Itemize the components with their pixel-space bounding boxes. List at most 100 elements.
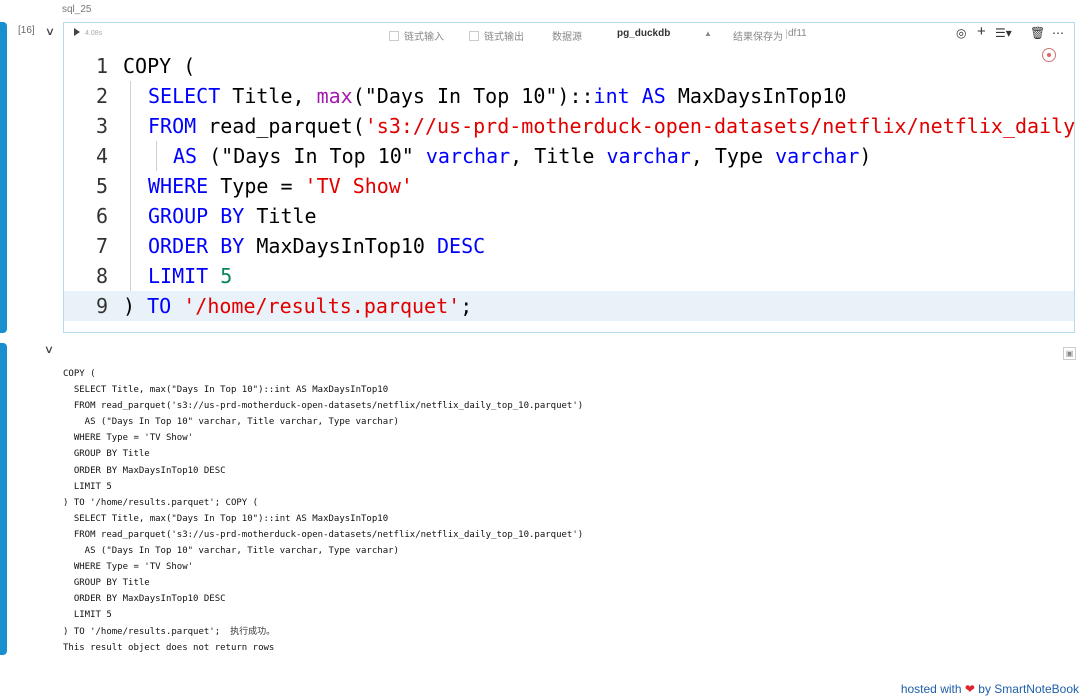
output-line: ORDER BY MaxDaysInTop10 DESC [63,591,583,607]
code-token: varchar [425,144,511,168]
chain-input-checkbox[interactable] [389,31,399,41]
indent-guide [130,231,131,261]
code-token: read_parquet( [196,114,365,138]
line-number: 3 [95,114,108,138]
line-number: 4 [95,144,108,168]
output-line: WHERE Type = 'TV Show' [63,430,583,446]
code-line[interactable]: 3 FROM read_parquet('s3://us-prd-motherdu… [64,111,1074,141]
indent-guide [156,141,157,171]
save-result-label: 结果保存为 [733,32,783,43]
output-line-text: AS ("Days In Top 10" varchar, Title varc… [63,417,399,428]
cell-toolbar: 4.08s 链式输入 链式输出 数据源 pg_duckdb ▲ 结果保存为 df… [64,23,1074,45]
output-line: GROUP BY Title [63,575,583,591]
indent-guide [130,81,131,111]
footer-suffix: by SmartNoteBook [978,682,1079,696]
code-area[interactable]: 1 COPY ( 2 SELECT Title, max("Days In Top 1… [64,51,1074,321]
line-number: 9 [95,294,108,318]
output-line-text: COPY ( [63,369,96,379]
code-line[interactable]: 1 COPY ( [64,51,1074,81]
code-token: ("Days In Top 10"):: [352,84,594,108]
code-text: ) TO '/home/results.parquet'; [123,291,472,321]
output-line-text: WHERE Type = 'TV Show' [63,433,194,444]
output-line-text: FROM read_parquet('s3://us-prd-motherduc… [63,529,584,540]
output-line-text: GROUP BY Title [63,449,150,460]
line-number: 8 [95,264,108,288]
output-line: AS ("Days In Top 10" varchar, Title varc… [63,414,583,430]
output-active-bar [0,343,7,655]
exec-count: [16] [18,25,35,36]
code-token: GROUP BY [148,204,245,228]
output-line-text: FROM read_parquet('s3://us-prd-motherduc… [63,401,584,412]
code-token: Title, [220,84,317,108]
output-line-text: GROUP BY Title [63,578,150,589]
footer-prefix: hosted with [900,682,962,696]
output-collapse-icon[interactable]: ∨ [44,345,54,356]
output-line: LIMIT 5 [63,607,583,623]
code-line[interactable]: 8 LIMIT 5 [64,261,1074,291]
eye-icon[interactable]: ◎ [956,26,966,40]
output-area: COPY ( SELECT Title, max("Days In Top 10… [63,366,583,656]
trash-icon[interactable]: 🗑 [1030,26,1045,40]
chain-output-checkbox[interactable] [469,31,479,41]
datasource-select[interactable]: pg_duckdb [617,28,670,39]
output-copy-icon[interactable]: ▣ [1063,347,1076,360]
output-line-text: WHERE Type = 'TV Show' [63,562,194,573]
output-line: ORDER BY MaxDaysInTop10 DESC [63,463,583,479]
code-token: 'TV Show' [304,174,413,198]
chain-input-label: 链式输入 [404,32,444,43]
code-text: GROUP BY Title [148,201,317,231]
indent-guide [130,201,131,231]
result-message: This result object does not return rows [63,642,275,653]
output-line-text: ) TO '/home/results.parquet'; [63,626,221,637]
indent-guide [130,171,131,201]
code-token: COPY ( [123,54,196,78]
line-number: 2 [95,84,108,108]
code-token: ) [123,294,148,318]
code-line[interactable]: 9 ) TO '/home/results.parquet'; [64,291,1074,321]
code-line[interactable]: 5 WHERE Type = 'TV Show' [64,171,1074,201]
datasource-caret-icon[interactable]: ▲ [704,29,712,38]
cell-collapse-icon[interactable]: ∨ [45,27,55,38]
save-result-input[interactable]: df11 [788,28,807,39]
output-line: WHERE Type = 'TV Show' [63,559,583,575]
output-line: ) TO '/home/results.parquet'; 执行成功。 [63,624,583,640]
database-icon[interactable]: ☰▾ [995,26,1012,40]
code-token: ORDER BY [148,234,245,258]
code-token: LIMIT [148,264,209,288]
cell-active-bar [0,22,7,333]
output-line-text: ORDER BY MaxDaysInTop10 DESC [63,465,226,476]
output-line-text: LIMIT 5 [63,610,112,621]
code-line[interactable]: 6 GROUP BY Title [64,201,1074,231]
chain-input-toggle[interactable]: 链式输入 [389,28,444,43]
code-token: DESC [436,234,486,258]
chain-output-toggle[interactable]: 链式输出 [469,28,524,43]
code-token: Type = [208,174,305,198]
footer-credit[interactable]: hosted with ❤ by SmartNoteBook [901,682,1079,696]
code-token: ("Days In Top 10" [197,144,426,168]
code-line[interactable]: 4 AS ("Days In Top 10" varchar, Title var… [64,141,1074,171]
code-editor[interactable]: 4.08s 链式输入 链式输出 数据源 pg_duckdb ▲ 结果保存为 df… [63,22,1075,333]
code-token: 5 [220,264,233,288]
code-token: int [593,84,630,108]
heart-icon: ❤ [964,682,975,696]
code-token: varchar [775,144,860,168]
code-token: AS [641,84,666,108]
output-line: LIMIT 5 [63,479,583,495]
code-line[interactable]: 2 SELECT Title, max("Days In Top 10")::in… [64,81,1074,111]
success-message: 执行成功。 [230,626,276,637]
chain-output-label: 链式输出 [484,32,524,43]
line-number: 6 [95,204,108,228]
line-number: 7 [95,234,108,258]
code-line[interactable]: 7 ORDER BY MaxDaysInTop10 DESC [64,231,1074,261]
code-text: ORDER BY MaxDaysInTop10 DESC [148,231,485,261]
cell-name: sql_25 [62,4,92,15]
code-token: WHERE [148,174,209,198]
run-icon[interactable] [74,28,80,36]
toolbar-divider [786,29,787,39]
code-text: SELECT Title, max("Days In Top 10")::int… [148,81,846,111]
more-icon[interactable]: ⋯ [1052,26,1064,40]
plus-icon[interactable]: + [977,23,986,40]
